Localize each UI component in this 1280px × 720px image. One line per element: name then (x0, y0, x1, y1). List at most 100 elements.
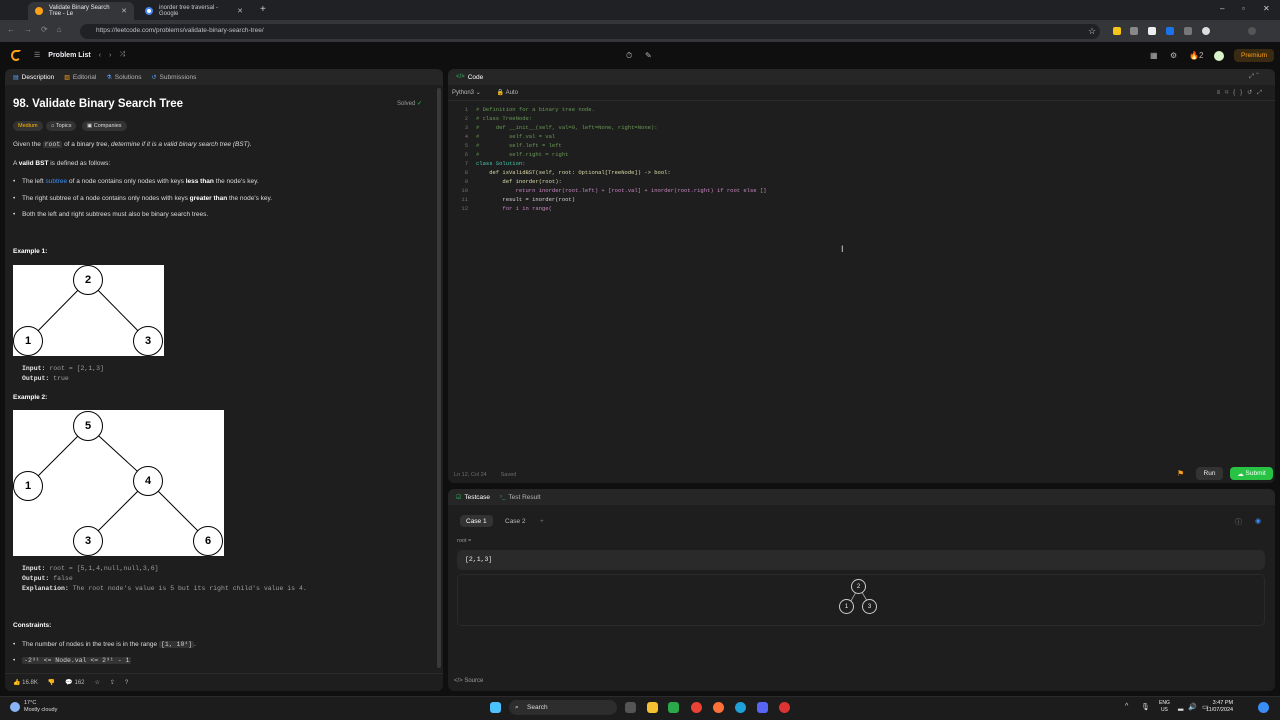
extension-icon[interactable] (1184, 27, 1192, 35)
prev-problem-icon[interactable]: ‹ (99, 52, 101, 59)
timer-icon[interactable]: ⏱ (626, 51, 632, 61)
close-tab-icon[interactable]: ✕ (237, 7, 243, 15)
firefox-icon[interactable] (713, 702, 724, 713)
companies-badge[interactable]: ▣ Companies (82, 121, 127, 131)
notifications-icon[interactable] (1258, 702, 1269, 713)
profile-icon[interactable] (1202, 27, 1210, 35)
code-line[interactable]: # def __init__(self, val=0, left=None, r… (476, 124, 658, 131)
share-icon[interactable]: ⇪ (110, 679, 115, 686)
extension-icon[interactable] (1166, 27, 1174, 35)
example2-tree-image: 5 1 4 3 6 (13, 410, 224, 556)
dislike-icon[interactable]: 👎 (48, 679, 55, 686)
constraint-item: -2³¹ <= Node.val <= 2³¹ - 1 (13, 657, 132, 664)
settings-gear-icon[interactable]: ⚙ (1170, 51, 1177, 60)
discord-icon[interactable] (757, 702, 768, 713)
auto-mode-toggle[interactable]: 🔒 Auto (497, 89, 518, 96)
code-line[interactable]: result = inorder(root) (476, 196, 575, 203)
add-case-icon[interactable]: + (534, 515, 550, 527)
app-icon[interactable] (779, 702, 790, 713)
edge-icon[interactable] (735, 702, 746, 713)
url-input[interactable]: https://leetcode.com/problems/validate-b… (80, 24, 1100, 39)
list-icon: ☰ (34, 52, 41, 59)
new-tab-icon[interactable]: + (260, 4, 266, 15)
subtree-link[interactable]: subtree (45, 178, 67, 185)
tab-testcase[interactable]: ☑ Testcase (456, 494, 490, 501)
expand-icon[interactable]: ⤢ ⌃ (1249, 73, 1259, 81)
example1-tree-image: 2 1 3 (13, 265, 164, 356)
code-line[interactable]: class Solution: (476, 160, 526, 167)
description-scrollbar[interactable] (437, 88, 441, 668)
close-tab-icon[interactable]: ✕ (121, 7, 127, 15)
tab-description[interactable]: ▤ Description (13, 74, 54, 81)
maximize-icon[interactable]: ▫ (1242, 4, 1245, 13)
nav-buttons[interactable]: ←→⟳⌂ (7, 25, 71, 34)
code-line[interactable]: # Definition for a binary tree node. (476, 106, 595, 113)
debug-icon[interactable]: ⚑ (1177, 469, 1184, 478)
code-line[interactable]: # self.right = right (476, 151, 568, 158)
code-line[interactable]: # self.left = left (476, 142, 562, 149)
tray-chevron-icon[interactable]: ^ (1125, 703, 1128, 710)
code-line[interactable]: def inorder(root): (476, 178, 561, 185)
tab-submissions[interactable]: ↺ Submissions (151, 74, 196, 81)
submit-button[interactable]: ☁ Submit (1230, 467, 1273, 480)
code-line[interactable]: # class TreeNode: (476, 115, 532, 122)
tree-node: 3 (133, 326, 163, 356)
store-icon[interactable] (668, 702, 679, 713)
cloud-icon (10, 702, 20, 712)
layout-icon[interactable]: ▦ (1150, 51, 1158, 60)
visualize-icon[interactable]: ◉ (1255, 517, 1261, 525)
editor-actions-icon[interactable]: ≡⌑{}↺⤢ (1217, 89, 1267, 97)
account-icon[interactable] (1248, 27, 1256, 35)
run-button[interactable]: Run (1196, 467, 1223, 480)
rule-item: The right subtree of a node contains onl… (13, 195, 272, 202)
comments-button[interactable]: 💬 162 (65, 679, 84, 686)
task-view-icon[interactable] (625, 702, 636, 713)
mic-icon[interactable]: 🎙 (1141, 703, 1150, 711)
help-icon[interactable]: ? (125, 680, 128, 686)
windows-start-icon[interactable] (490, 702, 501, 713)
next-problem-icon[interactable]: › (109, 52, 111, 59)
close-window-icon[interactable]: ✕ (1263, 4, 1270, 13)
minimize-icon[interactable]: – (1220, 4, 1224, 13)
case-1-tab[interactable]: Case 1 (460, 515, 493, 527)
language-indicator[interactable]: ENG US (1159, 700, 1170, 714)
browser-tab[interactable]: inorder tree traversal - Google ✕ (138, 2, 250, 20)
tab-test-result[interactable]: ›_ Test Result (500, 494, 541, 501)
extension-icon[interactable] (1148, 27, 1156, 35)
lock-icon: 🔒 (496, 90, 505, 96)
tab-solutions[interactable]: ⚗ Solutions (106, 74, 141, 81)
extension-icon[interactable] (1113, 27, 1121, 35)
source-toggle[interactable]: </> Source (454, 678, 483, 684)
tab-editorial[interactable]: ▥ Editorial (64, 74, 96, 81)
topics-badge[interactable]: ⌂ Topics (46, 121, 77, 131)
leetcode-logo-icon[interactable] (11, 50, 21, 61)
shuffle-icon[interactable]: ⤨ (119, 51, 125, 59)
file-explorer-icon[interactable] (647, 702, 658, 713)
browser-tab-active[interactable]: Validate Binary Search Tree - Le ✕ (28, 2, 134, 20)
like-button[interactable]: 👍 16.8K (13, 679, 38, 686)
notes-icon[interactable]: ✎ (645, 51, 652, 60)
tab-code[interactable]: </> Code (456, 74, 483, 81)
streak-fire-icon[interactable]: 🔥2 (1189, 51, 1203, 60)
language-select[interactable]: Python3 ⌄ (452, 89, 481, 96)
bookmark-star-icon[interactable]: ☆ (1088, 26, 1096, 36)
chrome-icon[interactable] (691, 702, 702, 713)
rule-item: The left subtree of a node contains only… (13, 178, 259, 185)
problem-list-nav[interactable]: ☰ Problem List ‹ › ⤨ (34, 51, 125, 59)
code-line[interactable]: for i in range( (476, 205, 552, 212)
avatar[interactable] (1214, 51, 1224, 61)
history-icon: ↺ (151, 74, 157, 81)
favorite-star-icon[interactable]: ☆ (95, 679, 100, 686)
root-input[interactable]: [2,1,3] (457, 550, 1265, 570)
case-2-tab[interactable]: Case 2 (499, 515, 532, 527)
difficulty-badge[interactable]: Medium (13, 121, 43, 131)
premium-button[interactable]: Premium (1234, 49, 1274, 62)
clock[interactable]: 3:47 PM 11/07/2024 (1206, 700, 1233, 714)
code-line[interactable]: def isValidBST(self, root: Optional[Tree… (476, 169, 671, 176)
weather-widget[interactable]: 17°C Mostly cloudy (10, 700, 57, 714)
taskbar-search[interactable]: ⌕ Search (509, 700, 617, 715)
code-line[interactable]: return inorder(root.left) + [root.val] +… (476, 187, 767, 194)
code-line[interactable]: # self.val = val (476, 133, 555, 140)
extension-icon[interactable] (1130, 27, 1138, 35)
info-icon[interactable]: ⓘ (1235, 517, 1242, 527)
